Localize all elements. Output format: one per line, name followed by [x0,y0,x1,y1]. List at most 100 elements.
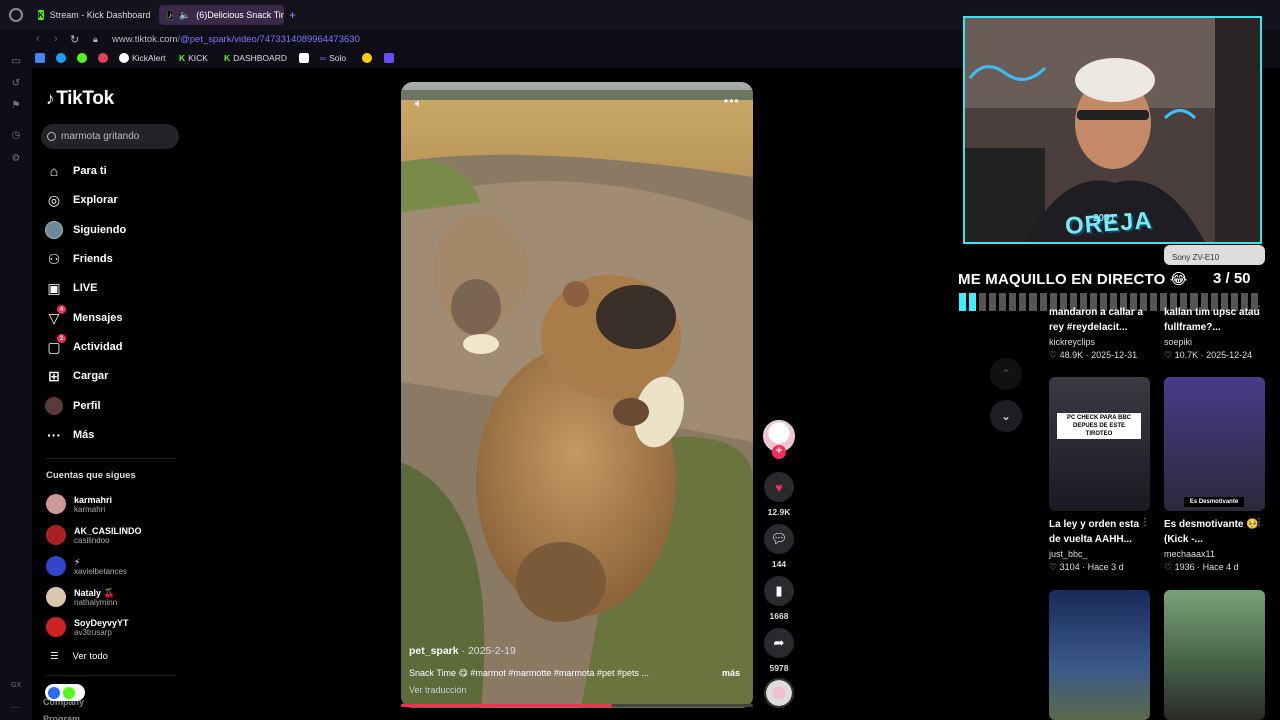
goal-progress-segment [969,293,977,311]
related-thumbnail[interactable] [1049,590,1150,720]
bookmark-pink[interactable] [98,53,108,63]
clock-icon[interactable]: ◷ [10,130,22,142]
video-player[interactable] [401,82,753,708]
related-video-title[interactable]: kallan tim upsc atau fullframe?... [1164,305,1260,335]
related-video-title[interactable]: mandaron a callar a rey #reydelacit... [1049,305,1145,335]
following-account[interactable]: SoyDeyvyYT av3trusarp [46,617,129,637]
share-arrow-icon: ➦ [764,628,794,658]
related-video-user[interactable]: soepiki [1164,337,1192,347]
purple-app-icon [384,53,394,63]
comment-icon: 💬︎ [764,524,794,554]
bookmark-green[interactable] [77,53,87,63]
nav-actividad[interactable]: ▢ 2 Actividad [45,334,123,358]
nav-para-ti[interactable]: ⌂ Para ti [45,160,107,182]
video-author[interactable]: pet_spark · 2025-2-19 [409,645,516,657]
caption-more-link[interactable]: más [722,668,740,678]
following-account[interactable]: ⚡ xavielbetances [46,556,127,576]
bookmark-drive[interactable] [35,53,45,63]
bookmark-notion[interactable] [299,53,309,63]
volume-icon[interactable]: 🔈︎ [415,96,422,111]
bookmark-dashboard[interactable]: K DASHBOARD [224,53,287,63]
related-video-user[interactable]: mechaaax11 [1164,549,1215,559]
tiktok-logo[interactable]: ♪ TikTok [46,88,114,110]
wallet-icon[interactable]: ▭ [10,56,22,68]
kickalert-icon [119,53,129,63]
bookmark-kick[interactable]: K KICK [179,53,208,63]
opera-logo-icon[interactable] [9,8,23,22]
like-button[interactable]: ♥ 12.9K [764,472,794,517]
comment-button[interactable]: 💬︎ 144 [764,524,794,569]
reload-icon[interactable]: ↻ [70,33,79,46]
follow-plus-button[interactable]: + [772,445,786,459]
url-host: www.tiktok.com [112,34,178,45]
related-thumbnail-partial[interactable]: Sony ZV-E10 [1164,245,1265,265]
back-arrow-icon[interactable]: ‹ [36,33,40,45]
new-tab-plus-icon[interactable]: + [289,8,296,22]
bookmark-twitter[interactable] [56,53,66,63]
related-video-user[interactable]: kickreyclips [1049,337,1095,347]
related-video-user[interactable]: just_bbc_ [1049,549,1088,559]
date: 2025-12-31 [1091,350,1138,360]
nav-perfil[interactable]: Perfil [45,395,101,417]
author-name[interactable]: pet_spark [409,645,459,657]
nav-explorar[interactable]: ◎ Explorar [45,189,118,211]
history-icon[interactable]: ↺ [10,78,22,90]
speaker-icon[interactable]: 🔈 [179,10,190,21]
related-thumbnail[interactable]: PC CHECK PARA BBC DEPUES DE ESTE TIROTEO [1049,377,1150,511]
kick-icon: K [224,53,231,63]
floating-extension-pill[interactable] [45,684,85,701]
related-video-meta: ♡ 1936 · Hace 4 d [1164,562,1239,572]
save-button[interactable]: ▮ 1668 [764,576,794,621]
bookmark-solo[interactable]: ∞ Solo [320,53,346,63]
see-all-link[interactable]: ☰ Ver todo [50,651,108,662]
account-name: ⚡ [74,556,81,567]
opera-sidebar: ▭ ↺ ⚑ ◷ ⚙ GX … [0,50,32,720]
nav-live[interactable]: ▣ LIVE [45,277,97,299]
nav-siguiendo[interactable]: Siguiendo [45,219,126,241]
following-account[interactable]: Nataly 🍒 nathalyminn [46,587,117,607]
forward-arrow-icon[interactable]: › [54,33,58,45]
url-field[interactable]: www.tiktok.com/@pet_spark/video/74733140… [112,34,360,45]
bookmark-purple[interactable] [384,53,394,63]
nav-label: Explorar [73,194,118,206]
tab-kick-dashboard[interactable]: K Stream - Kick Dashboard [30,5,154,25]
nav-mensajes[interactable]: ▽ 4 Mensajes [45,305,123,329]
share-button[interactable]: ➦ 5978 [764,628,794,673]
tab-tiktok-video[interactable]: ♪ 🔈 (6)Delicious Snack Tim [159,5,284,25]
following-account[interactable]: AK_CASILINDO casilindoo [46,525,142,545]
nav-mas[interactable]: ··· Más [45,424,94,446]
account-name: SoyDeyvyYT [74,617,129,628]
webcam-frame [965,18,1260,242]
more-icon: ··· [47,427,61,443]
related-video-title[interactable]: Es desmotivante 🥺 (Kick -... [1164,517,1260,547]
activity-icon: ▢ 2 [45,334,66,356]
video-progress-bar[interactable] [401,704,753,707]
following-account[interactable]: karmahri karmahri [46,494,112,514]
bookmark-kickalert[interactable]: KickAlert [119,53,166,63]
bookmark-duck[interactable] [362,53,372,63]
more-vertical-icon[interactable]: ⋮ [1254,305,1264,316]
messages-icon: ▽ 4 [45,305,66,327]
music-disc-icon[interactable] [764,678,794,708]
related-video-title[interactable]: La ley y orden esta de vuelta AAHH... [1049,517,1145,547]
search-input[interactable]: marmota gritando [41,124,179,149]
nav-cargar[interactable]: ⊞ Cargar [45,365,108,387]
related-thumbnail[interactable] [1164,590,1265,720]
next-video-button[interactable]: ⌄ [990,400,1022,432]
nav-label: Actividad [73,341,123,353]
gx-icon[interactable]: GX [10,682,22,694]
tab-label: Stream - Kick Dashboard [49,10,151,20]
related-video-meta: ♡ 48.9K · 2025-12-31 [1049,350,1138,360]
related-thumbnail[interactable]: Es Desmotivante [1164,377,1265,511]
nav-friends[interactable]: ⚇ Friends [45,248,113,270]
more-dots-icon[interactable]: … [10,700,22,712]
more-options-icon[interactable]: ••• [724,94,740,108]
footer-program[interactable]: Program [43,711,84,720]
extensions-icon[interactable]: ⚑ [10,100,22,112]
account-handle: xavielbetances [74,566,127,576]
previous-video-button[interactable]: ⌃ [990,358,1022,390]
translate-link[interactable]: Ver traducción [409,685,467,695]
more-vertical-icon[interactable]: ⋮ [1140,517,1150,528]
more-vertical-icon[interactable]: ⋮ [1254,517,1264,528]
settings-gear-icon[interactable]: ⚙ [10,153,22,165]
